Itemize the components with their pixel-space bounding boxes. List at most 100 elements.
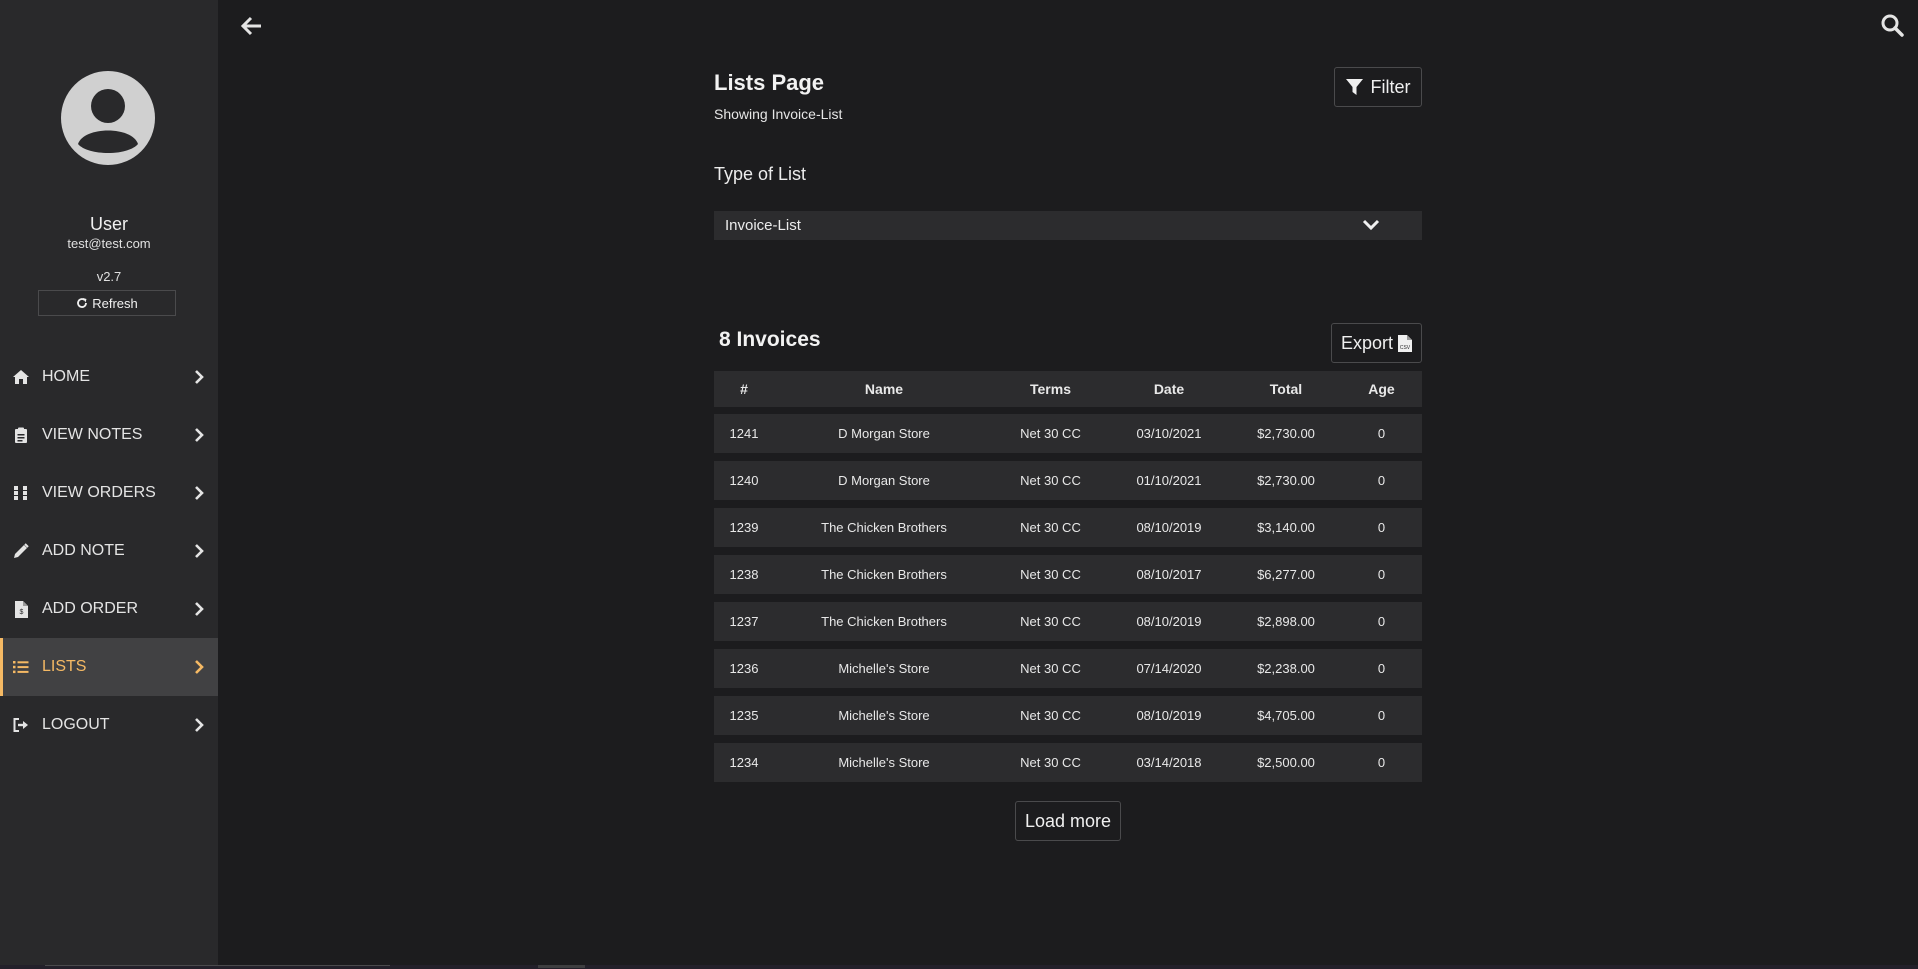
user-email: test@test.com: [67, 236, 151, 251]
cell-date: 01/10/2021: [1136, 473, 1202, 488]
cell-name: The Chicken Brothers: [821, 567, 947, 582]
column-header[interactable]: Total: [1231, 381, 1341, 397]
cell-date: 03/14/2018: [1136, 755, 1202, 770]
cell-number: 1234: [729, 755, 759, 770]
cell-total: $2,500.00: [1257, 755, 1315, 770]
user-name: User: [89, 214, 128, 234]
column-header[interactable]: Terms: [994, 381, 1107, 397]
cell-terms: Net 30 CC: [1020, 567, 1081, 582]
list-type-selected: Invoice-List: [725, 217, 801, 234]
list-type-label: Type of List: [714, 164, 807, 184]
cell-total: $6,277.00: [1257, 567, 1315, 582]
cell-date: 08/10/2019: [1136, 520, 1202, 535]
sidebar-item-label: HOME: [42, 368, 90, 385]
cell-number: 1237: [729, 614, 759, 629]
chevron-right-icon: [194, 601, 208, 617]
cell-number: 1235: [729, 708, 759, 723]
chevron-right-icon: [194, 485, 208, 501]
cell-terms: Net 30 CC: [1020, 755, 1081, 770]
list-type-select[interactable]: Invoice-List: [714, 211, 1422, 240]
column-header[interactable]: Name: [774, 381, 994, 397]
filter-icon: [1345, 78, 1363, 95]
cell-terms: Net 30 CC: [1020, 426, 1081, 441]
cell-number: 1236: [729, 661, 759, 676]
sidebar-item-add-note[interactable]: ADD NOTE: [0, 522, 218, 580]
refresh-label: Refresh: [92, 295, 138, 311]
table-row[interactable]: 1234 Michelle's Store Net 30 CC 03/14/20…: [714, 743, 1422, 782]
table-row[interactable]: 1238 The Chicken Brothers Net 30 CC 08/1…: [714, 555, 1422, 594]
chevron-right-icon: [194, 717, 208, 733]
cell-age: 0: [1377, 567, 1386, 582]
cell-age: 0: [1377, 708, 1386, 723]
cell-terms: Net 30 CC: [1020, 614, 1081, 629]
filter-button[interactable]: Filter: [1334, 67, 1422, 107]
cell-date: 08/10/2019: [1136, 708, 1202, 723]
sidebar-item-home[interactable]: HOME: [0, 348, 218, 406]
cell-total: $2,730.00: [1257, 473, 1315, 488]
cell-total: $2,238.00: [1257, 661, 1315, 676]
sidebar-item-view-orders[interactable]: VIEW ORDERS: [0, 464, 218, 522]
pencil-icon: [12, 542, 30, 560]
filter-label: Filter: [1370, 76, 1411, 97]
cell-age: 0: [1377, 426, 1386, 441]
cell-total: $2,898.00: [1257, 614, 1315, 629]
home-icon: [12, 368, 30, 386]
cell-number: 1241: [729, 426, 759, 441]
cell-name: Michelle's Store: [838, 708, 930, 723]
cell-total: $2,730.00: [1257, 426, 1315, 441]
invoice-count-title: 8 Invoices: [719, 328, 821, 351]
table-row[interactable]: 1240 D Morgan Store Net 30 CC 01/10/2021…: [714, 461, 1422, 500]
scrollbar-thumb[interactable]: [538, 965, 585, 968]
file-invoice-icon: $: [12, 600, 30, 618]
sidebar-item-label: ADD ORDER: [42, 600, 139, 617]
cell-number: 1239: [729, 520, 759, 535]
invoice-table-header: # Name Terms Date Total Age: [714, 371, 1422, 407]
sign-out-icon: [12, 716, 30, 734]
load-more-button[interactable]: Load more: [1015, 801, 1121, 841]
cell-age: 0: [1377, 473, 1386, 488]
sidebar-item-view-notes[interactable]: VIEW NOTES: [0, 406, 218, 464]
export-button[interactable]: Export CSV: [1331, 323, 1422, 363]
search-icon[interactable]: [1880, 13, 1904, 37]
page-title: Lists Page: [714, 70, 825, 95]
cell-number: 1238: [729, 567, 759, 582]
chevron-down-icon: [1362, 219, 1380, 231]
app-version: v2.7: [96, 269, 122, 284]
cell-age: 0: [1377, 755, 1386, 770]
cell-date: 08/10/2019: [1136, 614, 1202, 629]
export-label: Export: [1340, 332, 1394, 353]
cell-total: $3,140.00: [1257, 520, 1315, 535]
sidebar-item-label: ADD NOTE: [42, 542, 125, 559]
cell-terms: Net 30 CC: [1020, 520, 1081, 535]
column-header[interactable]: #: [714, 381, 774, 397]
scrollbar-track: [45, 965, 390, 966]
svg-text:CSV: CSV: [1400, 345, 1411, 351]
table-row[interactable]: 1236 Michelle's Store Net 30 CC 07/14/20…: [714, 649, 1422, 688]
svg-text:$: $: [19, 609, 23, 616]
sidebar-item-add-order[interactable]: $ ADD ORDER: [0, 580, 218, 638]
cell-terms: Net 30 CC: [1020, 473, 1081, 488]
cell-age: 0: [1377, 661, 1386, 676]
table-row[interactable]: 1239 The Chicken Brothers Net 30 CC 08/1…: [714, 508, 1422, 547]
sidebar-item-logout[interactable]: LOGOUT: [0, 696, 218, 754]
sidebar-item-lists[interactable]: LISTS: [0, 638, 218, 696]
table-row[interactable]: 1241 D Morgan Store Net 30 CC 03/10/2021…: [714, 414, 1422, 453]
column-header[interactable]: Date: [1107, 381, 1231, 397]
cell-age: 0: [1377, 614, 1386, 629]
table-row[interactable]: 1237 The Chicken Brothers Net 30 CC 08/1…: [714, 602, 1422, 641]
sidebar-item-label: VIEW NOTES: [42, 426, 143, 443]
cell-name: D Morgan Store: [838, 426, 930, 441]
refresh-button[interactable]: Refresh: [38, 290, 176, 316]
cell-name: Michelle's Store: [838, 755, 930, 770]
table-row[interactable]: 1235 Michelle's Store Net 30 CC 08/10/20…: [714, 696, 1422, 735]
sidebar-item-label: LISTS: [42, 658, 87, 675]
invoice-table-body: 1241 D Morgan Store Net 30 CC 03/10/2021…: [714, 414, 1422, 790]
cell-name: The Chicken Brothers: [821, 520, 947, 535]
cell-date: 07/14/2020: [1136, 661, 1202, 676]
refresh-icon: [77, 298, 88, 308]
arrow-left-icon[interactable]: [240, 14, 264, 38]
clipboard-icon: [12, 426, 30, 444]
column-header[interactable]: Age: [1341, 381, 1422, 397]
cell-name: D Morgan Store: [838, 473, 930, 488]
page-subtitle: Showing Invoice-List: [714, 106, 843, 122]
